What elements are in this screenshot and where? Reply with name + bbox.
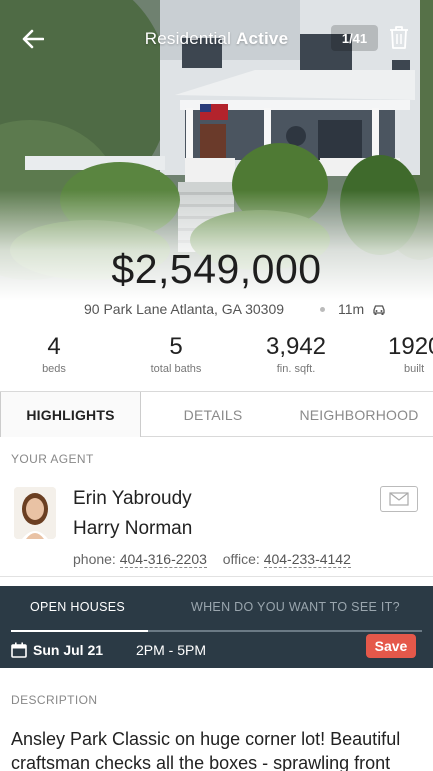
stat-label: total baths xyxy=(150,363,202,375)
divider xyxy=(0,576,433,577)
agent-company: Harry Norman xyxy=(73,518,193,539)
calendar-icon xyxy=(11,642,27,658)
stat-value: 5 xyxy=(169,333,183,360)
separator-dot xyxy=(320,307,325,312)
property-type: Residential xyxy=(144,29,232,48)
address-row: 90 Park Lane Atlanta, GA 30309 11m xyxy=(0,299,433,319)
stat-year-built: 1920 built xyxy=(384,332,433,375)
stat-label: fin. sqft. xyxy=(276,363,316,375)
property-stats: 4 beds 5 total baths 3,942 fin. sqft. 19… xyxy=(0,332,433,380)
stat-label: built xyxy=(404,363,425,375)
tab-schedule-showing[interactable]: WHEN DO YOU WANT TO SEE IT? xyxy=(191,600,400,614)
agent-contact-numbers: phone: 404-316-2203 office: 404-233-4142 xyxy=(73,551,351,568)
email-agent-button[interactable] xyxy=(380,486,418,512)
office-label: office: xyxy=(222,551,260,567)
car-icon xyxy=(373,305,385,315)
trash-button[interactable] xyxy=(388,24,412,52)
stat-value: 3,942 xyxy=(265,333,327,360)
stat-beds: 4 beds xyxy=(14,332,94,375)
status-label: Active xyxy=(236,29,289,48)
phone-label: phone: xyxy=(73,551,116,567)
drive-time: 11m xyxy=(338,301,365,317)
stat-value: 4 xyxy=(47,333,61,360)
stat-label: beds xyxy=(42,363,66,375)
trash-icon xyxy=(390,26,408,49)
mail-icon xyxy=(389,492,409,506)
tab-open-houses[interactable]: OPEN HOUSES xyxy=(30,600,125,614)
tab-highlights[interactable]: HIGHLIGHTS xyxy=(0,392,141,437)
agent-name: Erin Yabroudy xyxy=(73,488,192,509)
stat-sqft: 3,942 fin. sqft. xyxy=(252,332,340,375)
agent-photo xyxy=(14,487,56,539)
listing-price: $2,549,000 xyxy=(111,246,322,292)
listing-photo[interactable]: Residential Active 1/41 $2,549,000 xyxy=(0,0,433,300)
tab-neighborhood[interactable]: NEIGHBORHOOD xyxy=(285,392,433,437)
open-house-date: Sun Jul 21 xyxy=(33,642,104,658)
description-section-label: DESCRIPTION xyxy=(11,693,98,707)
office-number-link[interactable]: 404-233-4142 xyxy=(263,551,351,568)
agent-avatar[interactable] xyxy=(14,487,56,539)
address[interactable]: 90 Park Lane Atlanta, GA 30309 xyxy=(84,301,284,317)
stat-baths: 5 total baths xyxy=(136,332,216,375)
stat-value: 1920 xyxy=(388,333,433,360)
agent-section-label: YOUR AGENT xyxy=(11,452,94,466)
open-house-entry: Sun Jul 21 2PM - 5PM Save xyxy=(0,634,433,662)
open-house-time: 2PM - 5PM xyxy=(136,642,207,658)
tab-details[interactable]: DETAILS xyxy=(141,392,285,437)
open-houses-panel: OPEN HOUSES WHEN DO YOU WANT TO SEE IT? … xyxy=(0,586,433,668)
tab-indicator xyxy=(11,630,422,632)
phone-number-link[interactable]: 404-316-2203 xyxy=(119,551,207,568)
save-open-house-button[interactable]: Save xyxy=(366,634,416,658)
description-text: Ansley Park Classic on huge corner lot! … xyxy=(11,729,401,771)
detail-tabs: HIGHLIGHTS DETAILS NEIGHBORHOOD xyxy=(0,391,433,437)
photo-counter: 1/41 xyxy=(331,25,378,51)
tab-indicator-active xyxy=(11,630,148,632)
